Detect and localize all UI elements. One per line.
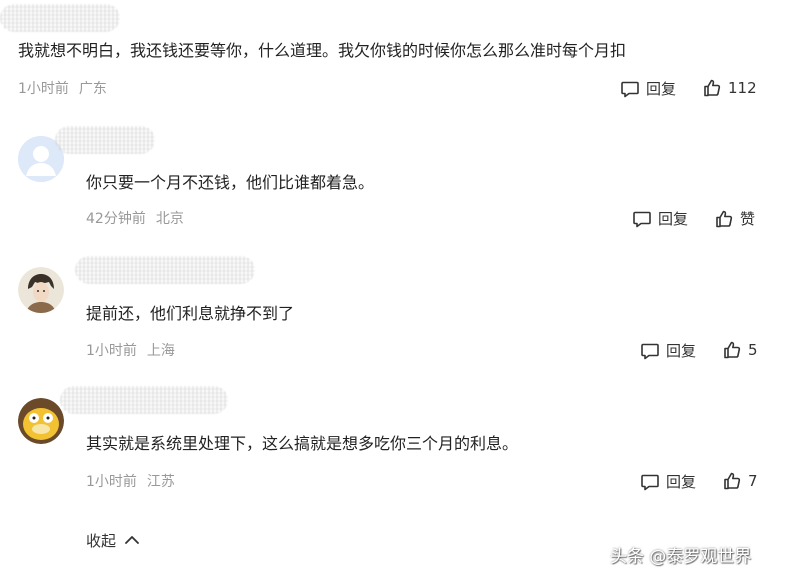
reply-label: 回复 — [658, 210, 689, 228]
comment-location: 江苏 — [146, 474, 175, 490]
thumbs-up-icon — [714, 209, 734, 229]
like-count: 5 — [748, 341, 758, 359]
comment-text: 你只要一个月不还钱，他们比谁都着急。 — [86, 173, 375, 192]
like-button[interactable]: 7 — [722, 471, 758, 491]
blurred-username — [60, 386, 228, 414]
collapse-replies-button[interactable]: 收起 — [86, 530, 140, 551]
comment-text: 我就想不明白，我还钱还要等你，什么道理。我欠你钱的时候你怎么那么准时每个月扣 — [18, 41, 627, 60]
comment-bubble-icon — [640, 341, 660, 361]
chevron-up-icon — [116, 532, 140, 550]
avatar[interactable] — [18, 267, 64, 313]
thumbs-up-icon — [702, 78, 722, 98]
comment-time: 1小时前 — [86, 474, 137, 490]
reply-button[interactable]: 回复 — [640, 471, 696, 492]
comment-time: 1小时前 — [86, 343, 137, 359]
comment-meta: 1小时前 广东 — [18, 80, 107, 98]
thumbs-up-icon — [722, 340, 742, 360]
comment-time: 1小时前 — [18, 81, 69, 97]
blurred-username — [0, 4, 120, 32]
comment-time: 42分钟前 — [86, 211, 146, 227]
comment-bubble-icon — [640, 472, 660, 492]
comment-bubble-icon — [620, 79, 640, 99]
reply-label: 回复 — [666, 342, 697, 360]
like-count: 112 — [728, 79, 757, 97]
like-button[interactable]: 112 — [702, 78, 757, 98]
comment-meta: 1小时前 江苏 — [86, 473, 175, 491]
reply-button[interactable]: 回复 — [632, 208, 688, 229]
comment-text: 其实就是系统里处理下，这么搞就是想多吃你三个月的利息。 — [86, 434, 519, 453]
comment-text: 提前还，他们利息就挣不到了 — [86, 304, 295, 323]
like-button[interactable]: 5 — [722, 340, 758, 360]
like-count: 7 — [748, 472, 758, 490]
comment-meta: 1小时前 上海 — [86, 342, 175, 360]
comment-location: 北京 — [155, 211, 184, 227]
thumbs-up-icon — [722, 471, 742, 491]
like-button[interactable]: 赞 — [714, 208, 755, 229]
comment-meta: 42分钟前 北京 — [86, 210, 184, 228]
like-label: 赞 — [740, 210, 756, 228]
collapse-label: 收起 — [86, 532, 117, 550]
comment-location: 广东 — [78, 81, 107, 97]
avatar[interactable] — [18, 398, 64, 444]
blurred-username — [55, 126, 155, 154]
comment-bubble-icon — [632, 209, 652, 229]
reply-button[interactable]: 回复 — [620, 78, 676, 99]
reply-label: 回复 — [646, 80, 677, 98]
blurred-username — [75, 256, 255, 284]
watermark: 头条 @泰罗观世界 — [610, 547, 752, 567]
reply-label: 回复 — [666, 473, 697, 491]
comment-location: 上海 — [146, 343, 175, 359]
reply-button[interactable]: 回复 — [640, 340, 696, 361]
